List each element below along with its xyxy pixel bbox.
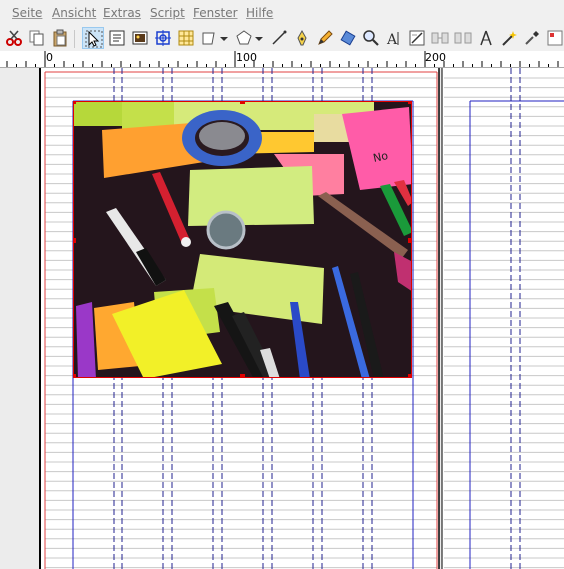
shape-dropdown-chevron-down-icon[interactable] — [218, 27, 230, 49]
svg-text:A: A — [386, 32, 398, 47]
text-frame-icon[interactable] — [106, 27, 128, 49]
desk-with-sticky-notes-and-markers-image: No — [74, 102, 411, 377]
story-editor-icon[interactable] — [406, 27, 428, 49]
menu-script[interactable]: Script — [150, 6, 185, 20]
edit-text-icon[interactable]: A — [383, 27, 405, 49]
render-frame-icon[interactable] — [152, 27, 174, 49]
selection-handle-top-left[interactable] — [74, 102, 76, 104]
menu-fenster[interactable]: Fenster — [193, 6, 238, 20]
select-tool-icon[interactable] — [82, 27, 104, 49]
freehand-pencil-icon[interactable] — [314, 27, 336, 49]
polygon-icon[interactable] — [233, 27, 255, 49]
selection-handle-top[interactable] — [240, 102, 245, 104]
horizontal-ruler[interactable]: 0 100 200 — [0, 51, 564, 68]
eyedropper-icon[interactable] — [521, 27, 543, 49]
selection-handle-right[interactable] — [408, 238, 411, 243]
image-frame-icon[interactable] — [129, 27, 151, 49]
shape-icon[interactable] — [198, 27, 220, 49]
toolbar-separator — [74, 30, 75, 48]
ruler-label-100: 100 — [236, 51, 257, 64]
menu-seite[interactable]: Seite — [12, 6, 42, 20]
link-frames-icon[interactable] — [429, 27, 451, 49]
selection-handle-bottom-right[interactable] — [408, 374, 411, 377]
line-icon[interactable] — [268, 27, 290, 49]
measure-icon[interactable] — [475, 27, 497, 49]
copy-icon[interactable] — [26, 27, 48, 49]
menu-extras[interactable]: Extras — [103, 6, 141, 20]
table-icon[interactable] — [175, 27, 197, 49]
ruler-ticks — [6, 51, 559, 67]
menu-bar: Seite Ansicht Extras Script Fenster Hilf… — [0, 0, 564, 26]
ruler-label-200: 200 — [425, 51, 446, 64]
cut-icon[interactable] — [3, 27, 25, 49]
bezier-icon[interactable] — [291, 27, 313, 49]
toolbar: A — [0, 26, 564, 52]
menu-ansicht[interactable]: Ansicht — [52, 6, 96, 20]
rotate-icon[interactable] — [337, 27, 359, 49]
copy-properties-wand-icon[interactable] — [498, 27, 520, 49]
ruler-label-0: 0 — [46, 51, 53, 64]
selection-handle-bottom[interactable] — [240, 374, 245, 377]
zoom-icon[interactable] — [360, 27, 382, 49]
menu-hilfe[interactable]: Hilfe — [246, 6, 273, 20]
selection-handle-bottom-left[interactable] — [74, 374, 76, 377]
image-frame-selected[interactable]: No — [73, 101, 412, 378]
selection-handle-left[interactable] — [74, 238, 76, 243]
unlink-frames-icon[interactable] — [452, 27, 474, 49]
pdf-tool-icon[interactable] — [544, 27, 564, 49]
selection-handle-top-right[interactable] — [408, 102, 411, 104]
paste-icon[interactable] — [49, 27, 71, 49]
polygon-dropdown-chevron-down-icon[interactable] — [253, 27, 265, 49]
